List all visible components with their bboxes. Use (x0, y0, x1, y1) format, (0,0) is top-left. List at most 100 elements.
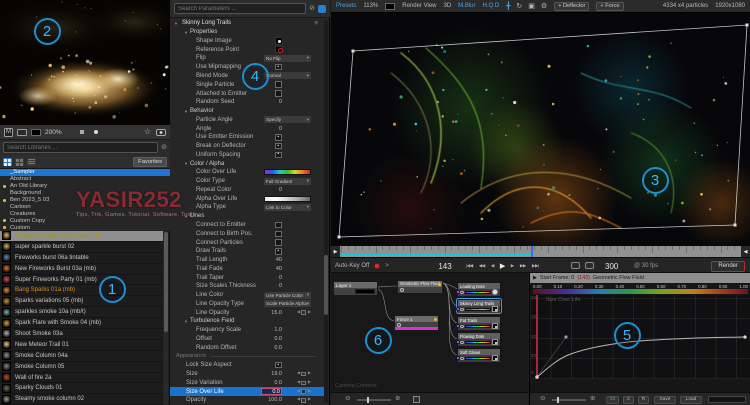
render-viewport[interactable] (331, 13, 750, 246)
parameter-value[interactable]: 19.0 (260, 371, 282, 377)
parameter-checkbox[interactable]: ▪ (275, 151, 282, 159)
parameter-checkbox[interactable] (275, 239, 282, 246)
preset-list-item[interactable]: super sparkle burst 02 (0, 242, 163, 253)
parameter-value[interactable]: 40 (260, 257, 282, 263)
parameter-row-break-on-deflector[interactable]: Break on Deflector ▪ (170, 142, 324, 151)
value-stepper[interactable]: ◀ ▶ (297, 310, 311, 315)
parameter-value[interactable]: 40 (260, 266, 282, 272)
particle-system-node[interactable]: Flowing Dots (456, 332, 501, 347)
parameter-checkbox[interactable] (275, 90, 282, 97)
particle-system-node[interactable]: Fat Trails (456, 316, 501, 331)
stepper-left-icon[interactable]: ◀ (297, 371, 300, 376)
parameter-row-reference-point[interactable]: Reference Point (170, 45, 324, 54)
alpha-gradient-swatch[interactable] (264, 195, 311, 202)
parameter-row-connect-to-emitter[interactable]: Connect to Emitter (170, 221, 324, 230)
stepper-graph-icon[interactable] (301, 371, 307, 377)
particle-system-node[interactable]: Soft Glows (456, 348, 501, 363)
library-category-item[interactable]: Creatures (0, 210, 170, 217)
node-input-dot[interactable] (456, 290, 460, 294)
zoom-out-icon[interactable]: ⊖ (345, 395, 350, 403)
particle-square-icon[interactable] (79, 130, 84, 134)
emitter-node[interactable]: Geometric Flow Fluid (397, 280, 443, 293)
system-shape-swatch[interactable] (492, 323, 498, 330)
node-input-dot[interactable] (456, 324, 460, 328)
favorites-filter-button[interactable]: Favorites (133, 156, 167, 167)
library-category-item[interactable]: Custom Copy (0, 217, 170, 224)
curve-zoom-slider-thumb[interactable] (557, 396, 559, 403)
preset-list-item[interactable]: Spark Flare with Smoke 04 (mb) (0, 318, 163, 330)
collapse-triangle-icon[interactable]: ▶ (533, 275, 537, 281)
end-frame-field[interactable]: 300 (605, 258, 618, 274)
visibility-eye-icon[interactable] (460, 324, 464, 329)
hq-dof-toggle[interactable]: H.Q.D (483, 3, 500, 9)
parameter-value[interactable]: 0.0 (261, 388, 282, 396)
system-shape-swatch[interactable] (492, 289, 498, 296)
parameter-value[interactable]: 0.0 (260, 336, 282, 342)
system-color-gradient[interactable] (465, 290, 491, 295)
parameter-row-skinny-long-trails[interactable]: ▼ Skinny Long Trails ≡ (170, 19, 324, 28)
parameter-row-connect-to-birth-pos-[interactable]: Connect to Birth Pos. (170, 229, 324, 238)
library-category-item[interactable]: _Sampler (0, 169, 170, 176)
step-forward-icon[interactable]: ▶ (511, 263, 515, 269)
viewport-zoom-level[interactable]: 113% (363, 3, 378, 9)
collapse-triangle-icon[interactable]: ▼ (184, 109, 188, 114)
library-category-item[interactable]: An Old Library (0, 183, 170, 190)
preset-list-item[interactable]: Wall of fire 2a (0, 373, 163, 384)
collapse-triangle-icon[interactable]: ▼ (184, 214, 188, 219)
parameter-checkbox[interactable]: ▪ (275, 63, 282, 71)
system-color-gradient[interactable] (465, 307, 491, 312)
load-curve-button[interactable]: Load (680, 395, 702, 404)
grid-view-icon[interactable] (3, 157, 12, 166)
stepper-left-icon[interactable]: ◀ (297, 398, 300, 402)
parameter-row-turbulence-field[interactable]: ▼ Turbulence Field (170, 317, 324, 326)
preset-list-item[interactable]: Bang Sparks 01a (mb) (0, 285, 163, 297)
stepper-left-icon[interactable]: ◀ (297, 310, 300, 315)
stepper-right-icon[interactable]: ▶ (308, 310, 311, 315)
render-button[interactable]: Render (711, 260, 745, 272)
clear-search-icon[interactable]: ⊘ (161, 144, 167, 151)
collapse-triangle-icon[interactable]: ▼ (184, 161, 188, 166)
parameter-row-repeat-color[interactable]: Repeat Color 0 (170, 186, 324, 195)
library-category-item[interactable]: Custom (0, 224, 170, 231)
parameter-row-lock-size-aspect[interactable]: Lock Size Aspect ▪ (170, 361, 324, 370)
preset-list-item[interactable]: Shoot Smoke 03a (0, 329, 163, 340)
clear-parameter-search-icon[interactable]: ⊘ (309, 5, 315, 12)
list-view-icon[interactable] (27, 157, 36, 166)
parameter-dropdown[interactable]: Link to Color ▾ (264, 203, 311, 211)
layers-icon[interactable]: ▣ (528, 3, 535, 10)
parameter-row-offset[interactable]: Offset 0.0 (170, 335, 324, 344)
parameter-dropdown[interactable]: Normal ▾ (264, 72, 311, 80)
system-color-gradient[interactable] (465, 324, 491, 329)
library-category-item[interactable]: Ben 2023_5 03 (0, 197, 170, 204)
presets-button[interactable]: Presets (336, 3, 356, 9)
parameter-row-color-alpha[interactable]: ▼ Color / Alpha (170, 159, 324, 168)
system-shape-swatch[interactable] (492, 355, 498, 362)
add-deflector-button[interactable]: + Deflector (554, 1, 590, 11)
parameter-row-flip[interactable]: Flip No Flip ▾ (170, 54, 324, 63)
parameter-row-behavior[interactable]: ▼ Behavior (170, 107, 324, 116)
parameter-checkbox[interactable] (275, 81, 282, 88)
preset-list-item[interactable]: Super Fireworks Party 01 (mb) (0, 275, 163, 286)
parameter-row-size-over-life[interactable]: Size Over Life 0.0 ◀ ▶ (170, 387, 324, 396)
particle-system-node[interactable]: Leading Dots (456, 282, 501, 297)
parameters-scrollbar[interactable] (324, 20, 328, 403)
record-icon[interactable] (374, 263, 381, 269)
display-icon[interactable] (17, 128, 27, 136)
library-search-input[interactable] (3, 142, 159, 153)
favorite-star-icon[interactable]: ☆ (144, 128, 151, 136)
node-graph[interactable]: Layer 1 Geometric Flow Fluid Force 1 Lea… (331, 273, 528, 405)
parameter-row-frequency-scale[interactable]: Frequency Scale 1.0 (170, 326, 324, 335)
parameter-value[interactable]: 0.0 (260, 345, 282, 351)
visibility-eye-icon[interactable] (460, 356, 464, 361)
stepper-right-icon[interactable]: ▶ (308, 371, 311, 376)
value-stepper[interactable]: ◀ ▶ (297, 380, 311, 386)
stepper-right-icon[interactable]: ▶ (308, 389, 311, 394)
parameter-row-uniform-spacing[interactable]: Uniform Spacing ▪ (170, 150, 324, 159)
parameter-row-trail-length[interactable]: Trail Length 40 (170, 256, 324, 265)
stepper-left-icon[interactable]: ◀ (297, 389, 300, 394)
parameter-dropdown[interactable]: Use Particle Color ▾ (264, 291, 311, 299)
settings-gear-icon[interactable]: ⚙ (541, 3, 547, 10)
stepper-graph-icon[interactable] (301, 398, 307, 403)
collapse-triangle-icon[interactable]: ▼ (174, 21, 178, 26)
loop-end-marker[interactable]: ◀ (741, 246, 750, 257)
